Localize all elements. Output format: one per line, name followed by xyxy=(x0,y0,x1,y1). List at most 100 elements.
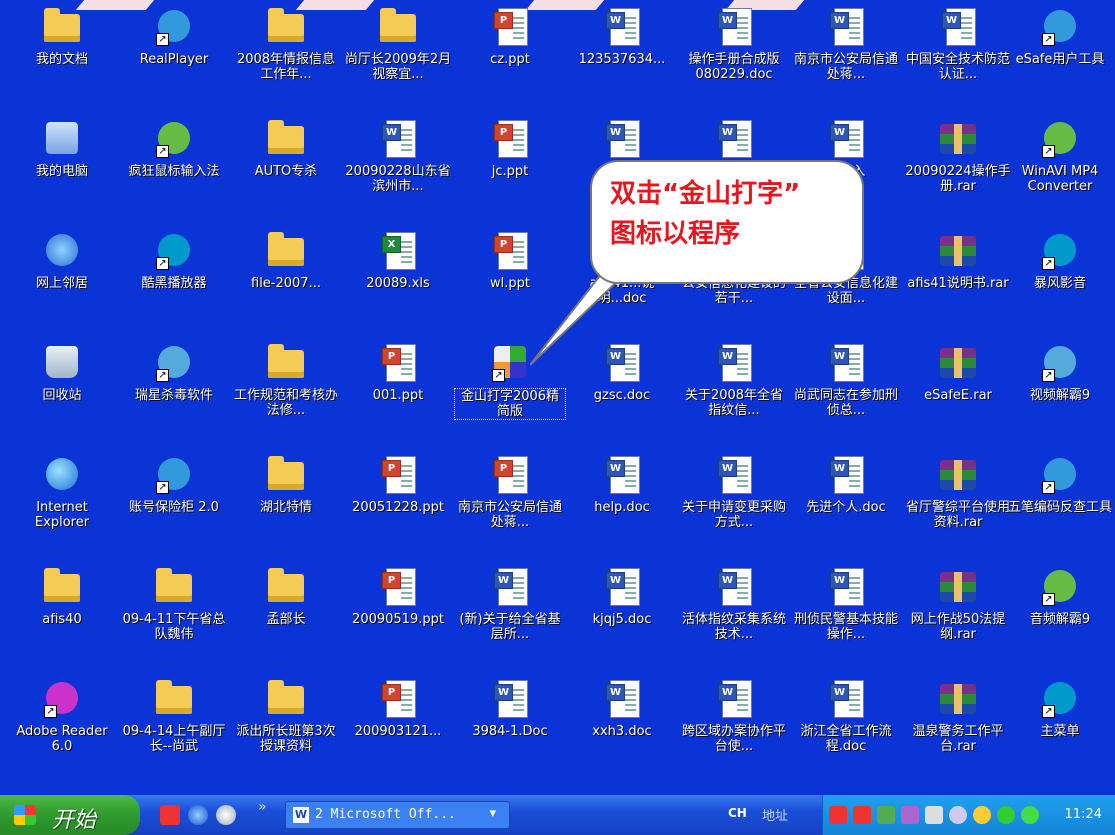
desktop-icon-label: 网上作战50法提纲.rar xyxy=(910,612,1006,642)
address-toolbar-label[interactable]: 地址 xyxy=(762,805,788,824)
desktop-icon[interactable]: P 200903121... xyxy=(342,672,454,782)
desktop-icon[interactable]: 09-4-14上午副厅长--尚武 xyxy=(118,672,230,782)
desktop-icon[interactable]: P 20090519.ppt xyxy=(342,560,454,670)
clock[interactable]: 11:24 xyxy=(1065,807,1102,822)
desktop-icon[interactable]: W 南京市公安局信通处蒋... xyxy=(790,0,902,110)
desktop-icon[interactable]: W 关于申请变更采购方式... xyxy=(678,448,790,558)
desktop-icon-label: 我的文档 xyxy=(35,52,88,67)
powerpoint-file-icon: P xyxy=(378,342,418,382)
tray-mouse-icon-2[interactable] xyxy=(853,806,871,824)
language-indicator[interactable]: CH xyxy=(728,806,747,820)
desktop-icon[interactable]: W 浙江全省工作流程.doc xyxy=(790,672,902,782)
desktop-icon[interactable]: 尚厅长2009年2月视察宜... xyxy=(342,0,454,110)
desktop-icon[interactable]: W 活体指纹采集系统技术... xyxy=(678,560,790,670)
desktop-icon[interactable]: W 3984-1.Doc xyxy=(454,672,566,782)
desktop-icon[interactable]: W 操作手册合成版080229.doc xyxy=(678,0,790,110)
folder-icon xyxy=(266,230,306,270)
desktop-icon-label: cz.ppt xyxy=(490,52,530,67)
app-shortcut-icon: ↗ xyxy=(1040,118,1080,158)
desktop-icon[interactable]: W 关于2008年全省指纹信... xyxy=(678,336,790,446)
desktop-icon[interactable]: P 001.ppt xyxy=(342,336,454,446)
desktop-icon[interactable]: X 20089.xls xyxy=(342,224,454,334)
powerpoint-file-icon: P xyxy=(378,454,418,494)
desktop-icon[interactable]: ↗ Adobe Reader 6.0 xyxy=(6,672,118,782)
app-shortcut-icon: ↗ xyxy=(154,6,194,46)
desktop-icon[interactable]: 湖北特情 xyxy=(230,448,342,558)
quicklaunch-chevron-icon[interactable]: » xyxy=(258,799,267,815)
desktop-icon[interactable]: ↗ 视频解霸9 xyxy=(1004,336,1115,446)
desktop-icon[interactable]: ↗ 账号保险柜 2.0 xyxy=(118,448,230,558)
quicklaunch-mouse-icon[interactable] xyxy=(160,805,180,825)
desktop-icon[interactable]: AUTO专杀 xyxy=(230,112,342,222)
desktop-icon[interactable]: ↗ RealPlayer xyxy=(118,0,230,110)
start-button[interactable]: 开始 xyxy=(0,795,140,835)
desktop-icon[interactable]: Wxxh3.doc xyxy=(566,672,678,782)
desktop-icon[interactable]: W 尚武同志在参加刑侦总... xyxy=(790,336,902,446)
tray-network-icon[interactable] xyxy=(877,806,895,824)
desktop-icon-label: file-2007... xyxy=(251,276,321,291)
desktop-icon[interactable]: 20090224操作手册.rar xyxy=(902,112,1014,222)
desktop-icon[interactable]: eSafeE.rar xyxy=(902,336,1014,446)
desktop-icon[interactable]: W (新)关于给全省基层所... xyxy=(454,560,566,670)
desktop-icon[interactable]: W 20090228山东省滨州市... xyxy=(342,112,454,222)
desktop-icon[interactable]: P 南京市公安局信通处蒋... xyxy=(454,448,566,558)
tray-shield-icon[interactable] xyxy=(1021,806,1039,824)
desktop-icon[interactable]: Pjc.ppt xyxy=(454,112,566,222)
desktop-icon[interactable]: 回收站 xyxy=(6,336,118,446)
desktop-icon[interactable]: 孟部长 xyxy=(230,560,342,670)
word-file-icon: W xyxy=(714,118,754,158)
desktop-icon[interactable]: W 刑侦民警基本技能操作... xyxy=(790,560,902,670)
desktop-icon[interactable]: W 跨区域办案协作平台使... xyxy=(678,672,790,782)
tray-speaker-icon[interactable] xyxy=(949,806,967,824)
desktop-icon[interactable]: ↗ eSafe用户工具 xyxy=(1004,0,1115,110)
desktop-icon[interactable]: 我的电脑 xyxy=(6,112,118,222)
desktop-icon[interactable]: 09-4-11下午省总队魏伟 xyxy=(118,560,230,670)
desktop-icon[interactable]: ↗ 酷黑播放器 xyxy=(118,224,230,334)
desktop-icon-label: 派出所长班第3次授课资料 xyxy=(236,724,336,754)
desktop-icon-label: 金山打字2006精简版 xyxy=(454,388,566,420)
desktop-icon[interactable]: ↗ 暴风影音 xyxy=(1004,224,1115,334)
word-file-icon: W xyxy=(714,678,754,718)
desktop-icon[interactable]: 派出所长班第3次授课资料 xyxy=(230,672,342,782)
tray-mouse-icon[interactable] xyxy=(829,806,847,824)
desktop-icon-label: 20090519.ppt xyxy=(352,612,444,627)
desktop-icon[interactable]: ↗ 疯狂鼠标输入法 xyxy=(118,112,230,222)
desktop-icon[interactable]: 网上邻居 xyxy=(6,224,118,334)
start-label: 开始 xyxy=(52,808,97,833)
desktop-icon[interactable]: ↗ WinAVI MP4 Converter xyxy=(1004,112,1115,222)
desktop-icon[interactable]: 2008年情报信息工作年... xyxy=(230,0,342,110)
quicklaunch-media-icon[interactable] xyxy=(216,805,236,825)
desktop-icon[interactable]: 省厅警综平台使用资料.rar xyxy=(902,448,1014,558)
desktop-icon[interactable]: W 中国安全技术防范认证... xyxy=(902,0,1014,110)
desktop-icon[interactable]: W 123537634... xyxy=(566,0,678,110)
tray-ime-icon[interactable] xyxy=(901,806,919,824)
tray-monitor-icon[interactable] xyxy=(925,806,943,824)
app-shortcut-icon: ↗ xyxy=(1040,6,1080,46)
desktop-icon[interactable]: afis40 xyxy=(6,560,118,670)
desktop-icon[interactable]: ↗ 音频解霸9 xyxy=(1004,560,1115,670)
tray-umbrella-icon[interactable] xyxy=(997,806,1015,824)
desktop-icon-label: 南京市公安局信通处蒋... xyxy=(793,52,898,82)
desktop-icon[interactable]: 我的文档 xyxy=(6,0,118,110)
folder-icon xyxy=(266,678,306,718)
desktop-icon[interactable]: 温泉警务工作平台.rar xyxy=(902,672,1014,782)
desktop-icon[interactable]: file-2007... xyxy=(230,224,342,334)
desktop-icon[interactable]: Internet Explorer xyxy=(6,448,118,558)
desktop-icon[interactable]: Wkjqj5.doc xyxy=(566,560,678,670)
desktop-icon[interactable]: ↗ 五笔编码反查工具 xyxy=(1004,448,1115,558)
taskbar-task-microsoft-office[interactable]: W 2 Microsoft Off... ▾ xyxy=(285,801,510,829)
desktop-icon[interactable]: afis41说明书.rar xyxy=(902,224,1014,334)
desktop-icon[interactable]: Pcz.ppt xyxy=(454,0,566,110)
desktop-icon[interactable]: P 20051228.ppt xyxy=(342,448,454,558)
desktop-icon[interactable]: 网上作战50法提纲.rar xyxy=(902,560,1014,670)
desktop-icon[interactable]: Whelp.doc xyxy=(566,448,678,558)
word-file-icon: W xyxy=(826,118,866,158)
desktop-icon-label: 跨区域办案协作平台使... xyxy=(681,724,786,754)
quicklaunch-ie-icon[interactable] xyxy=(188,805,208,825)
desktop-icon[interactable]: ↗ 瑞星杀毒软件 xyxy=(118,336,230,446)
desktop-icon[interactable]: W 先进个人.doc xyxy=(790,448,902,558)
desktop-icon[interactable]: 工作规范和考核办法修... xyxy=(230,336,342,446)
word-file-icon: W xyxy=(602,118,642,158)
tray-antivirus-icon[interactable] xyxy=(973,806,991,824)
desktop-icon[interactable]: ↗ 主菜单 xyxy=(1004,672,1115,782)
